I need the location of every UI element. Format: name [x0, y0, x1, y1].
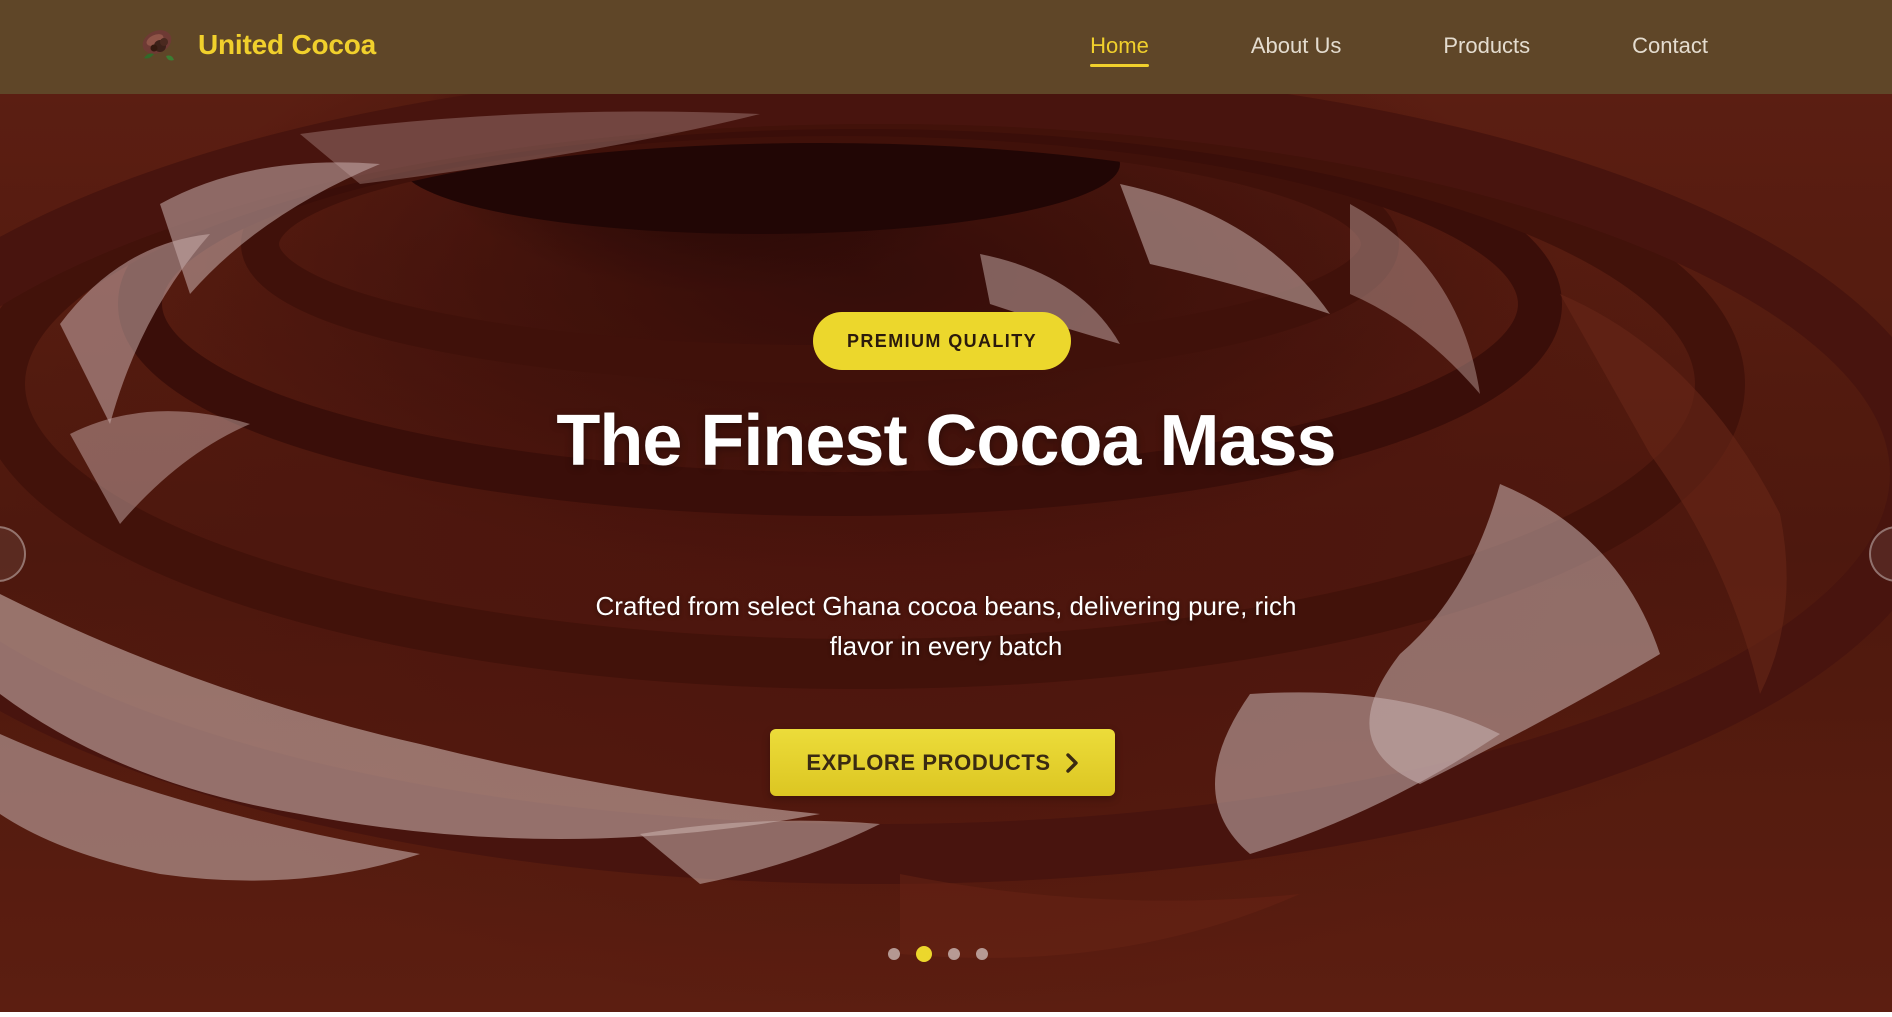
- premium-quality-badge: PREMIUM QUALITY: [813, 312, 1071, 370]
- nav-home[interactable]: Home: [1090, 27, 1149, 67]
- hero-carousel: PREMIUM QUALITY The Finest Cocoa Mass Cr…: [0, 94, 1892, 1012]
- main-nav: Home About Us Products Contact: [1090, 0, 1708, 94]
- carousel-dot-1[interactable]: [888, 948, 900, 960]
- brand[interactable]: United Cocoa: [134, 20, 376, 70]
- cocoa-pod-icon: [142, 30, 174, 61]
- carousel-dot-2[interactable]: [916, 946, 932, 962]
- hero-subtitle: Crafted from select Ghana cocoa beans, d…: [595, 591, 1297, 661]
- hero-content: PREMIUM QUALITY The Finest Cocoa Mass Cr…: [0, 94, 1892, 1012]
- chevron-right-icon: [1065, 752, 1078, 773]
- top-navbar: United Cocoa Home About Us Products Cont…: [0, 0, 1892, 94]
- explore-products-label: EXPLORE PRODUCTS: [806, 749, 1051, 775]
- hero-title: The Finest Cocoa Mass: [556, 401, 1336, 481]
- explore-products-button[interactable]: EXPLORE PRODUCTS: [770, 729, 1115, 796]
- brand-name: United Cocoa: [198, 29, 377, 60]
- nav-about-us[interactable]: About Us: [1251, 27, 1342, 67]
- carousel-indicators: [888, 946, 988, 962]
- nav-contact[interactable]: Contact: [1632, 27, 1708, 67]
- carousel-dot-3[interactable]: [948, 948, 960, 960]
- nav-products[interactable]: Products: [1443, 27, 1530, 67]
- carousel-dot-4[interactable]: [976, 948, 988, 960]
